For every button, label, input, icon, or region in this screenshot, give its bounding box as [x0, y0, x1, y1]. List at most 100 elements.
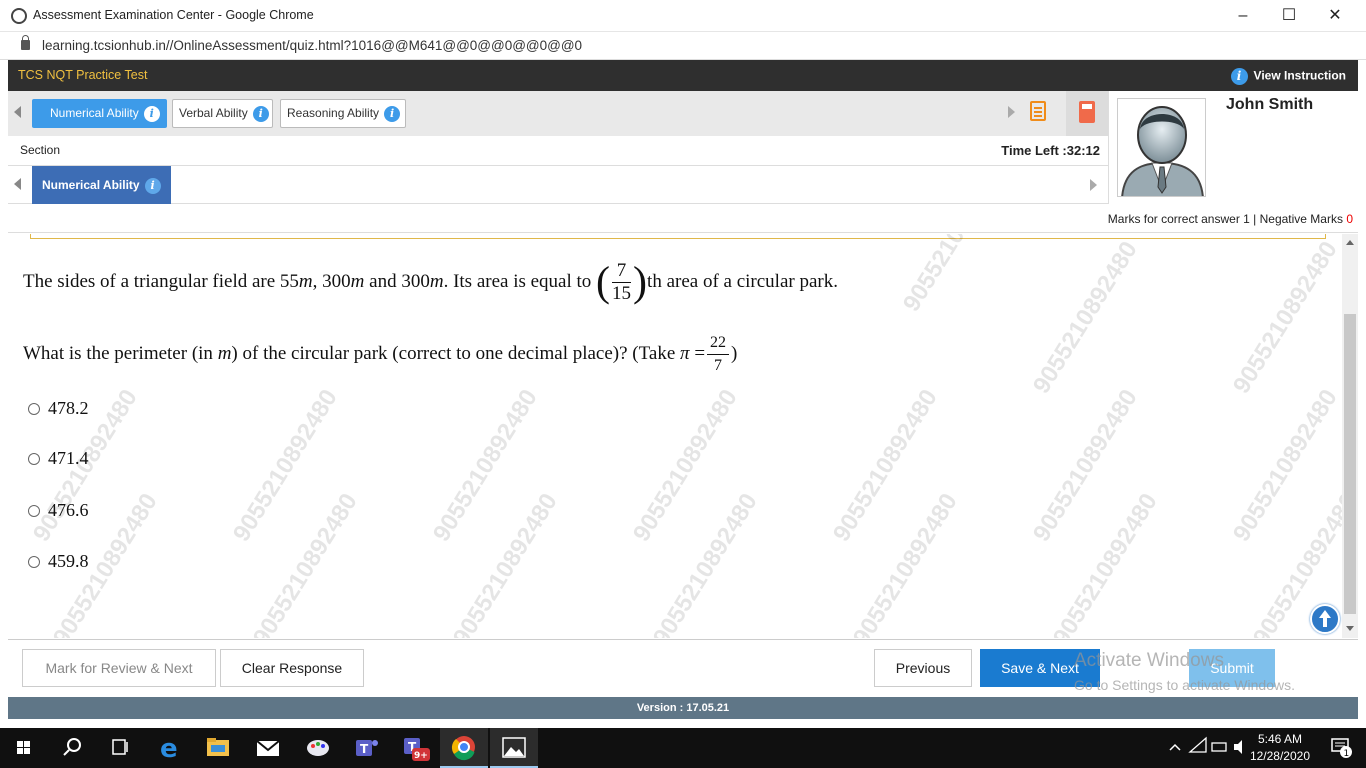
radio-button[interactable] [28, 402, 40, 415]
tab-label: Reasoning Ability [287, 106, 380, 120]
maximize-button[interactable]: ☐ [1269, 4, 1309, 28]
watermark: 9055210892480 [828, 384, 943, 547]
scroll-to-top-button[interactable] [1310, 604, 1340, 634]
option-text: 476.6 [48, 500, 89, 520]
scroll-down-icon[interactable] [1346, 626, 1354, 631]
activate-windows-title: Activate Windows [1074, 650, 1224, 671]
option-4[interactable]: 459.8 [28, 551, 89, 572]
avatar [1117, 98, 1206, 197]
tab-reasoning-ability[interactable]: Reasoning Ability i [280, 99, 406, 128]
tab-label: Verbal Ability [179, 106, 248, 120]
task-view-icon[interactable] [96, 728, 144, 768]
marks-text: Marks for correct answer 1 | Negative Ma… [1107, 212, 1347, 226]
teams-badge: 9+ [414, 751, 428, 761]
watermark: 9055210892480 [628, 384, 743, 547]
teams-icon[interactable]: T [342, 728, 390, 768]
question-text: th area of a circular park. [647, 270, 838, 292]
marks-bar: Marks for correct answer 1 | Negative Ma… [8, 205, 1358, 233]
photos-icon[interactable] [490, 728, 538, 768]
info-icon[interactable]: i [252, 105, 269, 122]
clock-time: 5:46 AM [1257, 732, 1302, 746]
address-bar[interactable]: learning.tcsionhub.in//OnlineAssessment/… [0, 32, 1366, 60]
watermark: 9055210892480 [1028, 384, 1143, 547]
section-tabs-bar: Numerical Ability i Verbal Ability i Reaso… [8, 91, 1108, 136]
previous-button[interactable]: Previous [874, 649, 972, 687]
watermark: 9055210892480 [898, 234, 1013, 317]
paint-icon[interactable] [294, 728, 342, 768]
battery-icon[interactable] [1211, 742, 1227, 752]
math-value: 300 [322, 270, 351, 292]
fraction: 7 15 [612, 260, 632, 305]
option-text: 459.8 [48, 551, 89, 571]
mark-for-review-button[interactable]: Mark for Review & Next [22, 649, 216, 687]
radio-button[interactable] [28, 452, 40, 465]
subtabs-scroll-left-icon[interactable] [14, 178, 21, 190]
windows-taskbar: e T T 9+ 5:46 AM 12/28/2020 1 [0, 728, 1366, 768]
math-symbol: = [689, 342, 706, 364]
window-title: Assessment Examination Center - Google C… [33, 8, 314, 22]
question-scrollbar[interactable] [1342, 234, 1358, 638]
scroll-up-icon[interactable] [1346, 240, 1354, 245]
windows-start-icon[interactable] [0, 728, 48, 768]
tabs-scroll-left-icon[interactable] [14, 106, 21, 118]
watermark: 9055210892480 [228, 384, 343, 547]
scrollbar-thumb[interactable] [1344, 314, 1356, 614]
taskbar-clock[interactable]: 5:46 AM 12/28/2020 [1250, 731, 1310, 765]
wifi-icon[interactable] [1188, 736, 1207, 753]
calculator-icon [1079, 101, 1095, 123]
option-1[interactable]: 478.2 [28, 398, 89, 419]
edge-icon[interactable]: e [146, 728, 194, 768]
notepad-icon[interactable] [1030, 101, 1046, 121]
math-unit: m [429, 270, 444, 292]
tab-verbal-ability[interactable]: Verbal Ability i [172, 99, 273, 128]
tabs-scroll-right-icon[interactable] [1008, 106, 1015, 118]
tab-numerical-ability[interactable]: Numerical Ability i [32, 99, 167, 128]
question-text: The sides of a triangular field are [23, 270, 280, 292]
calculator-button[interactable] [1066, 91, 1108, 136]
subtab-numerical-ability[interactable]: Numerical Ability i [32, 166, 171, 204]
radio-button[interactable] [28, 555, 40, 568]
version-bar: Version : 17.05.21 [8, 697, 1358, 719]
info-icon[interactable]: i [144, 177, 161, 194]
browser-title-bar: Assessment Examination Center - Google C… [0, 0, 1366, 32]
subsection-tabs-bar: Numerical Ability i [8, 166, 1108, 204]
left-paren: ( [596, 259, 611, 306]
view-instruction-link[interactable]: i View Instruction [1230, 68, 1346, 85]
section-label: Section [20, 143, 61, 157]
option-3[interactable]: 476.6 [28, 500, 89, 521]
option-2[interactable]: 471.4 [28, 448, 89, 469]
marks-info: Marks for correct answer 1 | Negative Ma… [1108, 212, 1353, 226]
minimize-button[interactable]: – [1223, 4, 1263, 28]
math-unit: m [350, 270, 365, 292]
watermark: 9055210892480 [248, 488, 363, 638]
subtabs-scroll-right-icon[interactable] [1090, 179, 1097, 191]
option-text: 478.2 [48, 398, 89, 418]
watermark: 9055210892480 [448, 488, 563, 638]
lock-icon [21, 35, 30, 50]
radio-button[interactable] [28, 504, 40, 517]
url-text[interactable]: learning.tcsionhub.in//OnlineAssessment/… [42, 38, 582, 53]
right-paren: ) [633, 259, 648, 306]
candidate-profile: John Smith [1108, 91, 1358, 204]
svg-text:T: T [360, 742, 369, 756]
watermark: 9055210892480 [1228, 384, 1342, 547]
search-icon[interactable] [48, 728, 96, 768]
fraction-numerator: 22 [707, 332, 730, 355]
file-explorer-icon[interactable] [194, 728, 242, 768]
volume-icon[interactable] [1234, 740, 1242, 754]
notifications-icon[interactable]: 1 [1330, 736, 1352, 759]
chrome-icon[interactable] [440, 728, 488, 768]
question-text: ) of the circular park (correct to one d… [231, 342, 681, 364]
option-text: 471.4 [48, 448, 89, 468]
close-button[interactable]: ✕ [1315, 4, 1355, 28]
teams-work-icon[interactable]: T 9+ [392, 728, 440, 768]
question-text: . Its area is equal to [443, 270, 597, 292]
time-left: Time Left :32:12 [1001, 143, 1100, 158]
info-icon[interactable]: i [384, 105, 401, 122]
clear-response-button[interactable]: Clear Response [220, 649, 364, 687]
info-icon[interactable]: i [143, 105, 160, 122]
show-hidden-icons-icon[interactable] [1169, 743, 1181, 751]
question-panel: 9055210892480 9055210892480 905521089248… [8, 234, 1342, 638]
mail-icon[interactable] [244, 728, 292, 768]
math-symbol: π [680, 342, 690, 364]
